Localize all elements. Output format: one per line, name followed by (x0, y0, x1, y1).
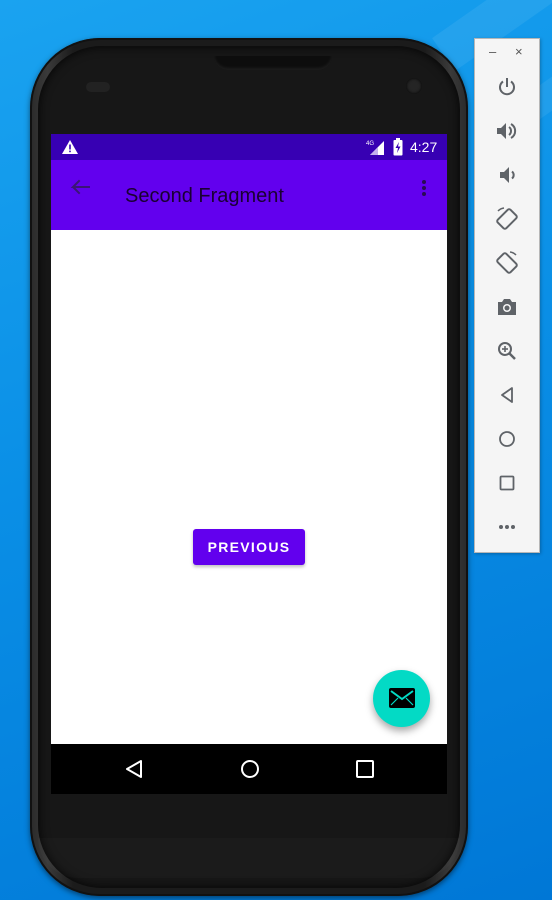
overview-button[interactable] (495, 471, 519, 495)
zoom-icon (498, 342, 516, 360)
previous-button[interactable]: PREVIOUS (193, 529, 305, 565)
page-title: Second Fragment (125, 185, 284, 207)
network-type-label: 4G (366, 141, 374, 147)
warning-icon (62, 140, 78, 154)
camera-icon (498, 299, 516, 315)
battery-charging-icon (393, 138, 403, 156)
mail-fab[interactable] (373, 670, 430, 727)
power-button[interactable] (495, 75, 519, 99)
overview-icon (499, 475, 515, 491)
minimize-button[interactable]: – (489, 44, 496, 59)
more-button[interactable] (495, 515, 519, 539)
signal-icon: 4G (366, 141, 384, 155)
toolbar-window-controls: – × (475, 39, 539, 65)
rotate-right-button[interactable] (495, 251, 519, 275)
status-bar: 4G 4:27 (51, 134, 447, 160)
volume-down-button[interactable] (495, 163, 519, 187)
close-button[interactable]: × (515, 44, 523, 59)
home-button[interactable] (495, 427, 519, 451)
back-icon (501, 387, 513, 403)
back-arrow-icon[interactable] (65, 174, 93, 202)
volume-up-icon (497, 123, 517, 139)
status-clock: 4:27 (410, 139, 438, 155)
more-icon (499, 525, 515, 529)
back-button[interactable] (495, 383, 519, 407)
home-icon (499, 431, 515, 447)
app-bar: Second Fragment (51, 160, 447, 230)
zoom-button[interactable] (495, 339, 519, 363)
proximity-sensor (86, 82, 110, 92)
speaker-grille (214, 56, 332, 70)
emulator-toolbar: – × (474, 38, 540, 553)
device-screen: 4G 4:27 Second Fragment PREVIOUS (51, 134, 447, 794)
rotate-left-button[interactable] (495, 207, 519, 231)
recents-square-icon[interactable] (356, 760, 374, 778)
overflow-menu-icon[interactable] (414, 178, 434, 198)
back-triangle-icon[interactable] (124, 759, 144, 779)
rotate-right-icon (496, 251, 518, 274)
screenshot-button[interactable] (495, 295, 519, 319)
power-icon (499, 78, 515, 96)
navigation-bar (51, 744, 447, 794)
volume-down-icon (500, 167, 515, 183)
home-circle-icon[interactable] (240, 759, 260, 779)
bezel-bottom (38, 838, 460, 878)
volume-up-button[interactable] (495, 119, 519, 143)
mail-icon (389, 688, 415, 708)
rotate-left-icon (496, 207, 518, 230)
front-camera (406, 78, 422, 94)
fragment-content: PREVIOUS (51, 230, 447, 744)
